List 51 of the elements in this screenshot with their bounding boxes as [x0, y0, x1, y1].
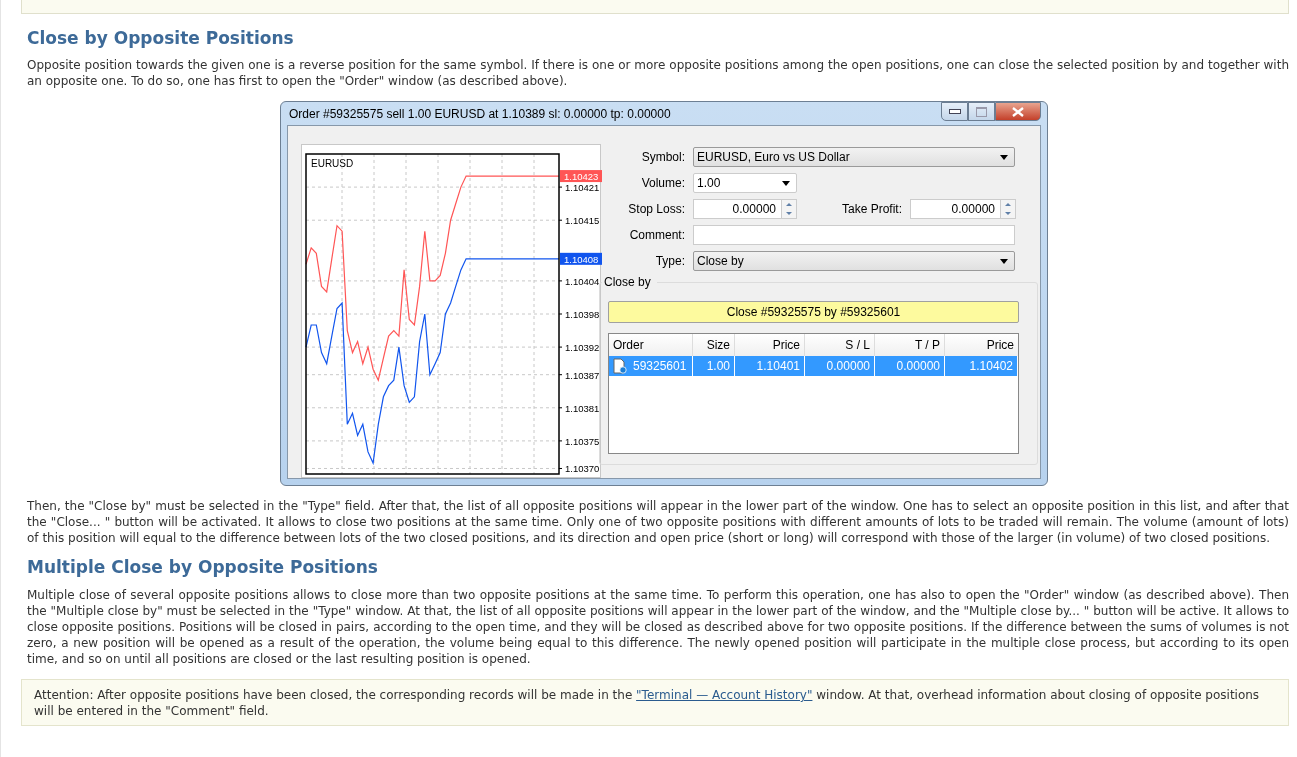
- field-label: Take Profit:: [840, 202, 903, 216]
- paragraph: Multiple close of several opposite positions allows to close more than two opposite positions at the same time. To perform this operation, one has also to open the "Order" window (as described above). Then the "Multiple close by" must be selected in the "Type" window. At that, the list of all opposite positions will appear in the lower part of the window, and the "Multiple close by... " button will be active. It allows to close opposite positions. Positions will be closed in pairs, according to the open time, and they will be closed as described above for two opposite positions. If the difference between the sums of volumes is not zero, a new position will be opened as a result of the operation, the volume being equal to this difference. The newly opened position will participate in the multiple close process, but according to its open time, and so on until all positions are closed or the last resulting position is opened.: [27, 587, 1289, 667]
- comment-field[interactable]: [693, 225, 1015, 245]
- caret-icon: [1000, 258, 1008, 264]
- close-by-button[interactable]: Close #59325575 by #59325601: [608, 301, 1019, 323]
- axis-label: 1.10398: [565, 309, 600, 320]
- chart-symbol: EURUSD: [311, 158, 354, 169]
- section-heading: Close by Opposite Positions: [27, 28, 295, 48]
- table-cell: 1.00: [693, 356, 735, 376]
- axis-label: 1.10381: [565, 402, 600, 414]
- axis-label: 1.10375: [565, 435, 600, 447]
- document-icon: [613, 358, 627, 374]
- close-button[interactable]: [995, 102, 1041, 121]
- table-cell: 1.10401: [735, 356, 805, 376]
- paragraph: Then, the "Close by" must be selected in the "Type" field. After that, the list of all opposite positions will appear in the lower part of the window. One has to select an opposite position in this list, and after that the "Close... " button will be activated. It allows to close two positions at the same time. Only one of two opposite positions with different amounts of lots to be traded will remain. The volume (amount of lots) of this position will equal to the difference between lots of the two closed positions, and its direction and open price (short or long) will correspond with those of the larger (in volume) of two closed positions.: [27, 498, 1289, 546]
- symbol-dropdown[interactable]: EURUSD, Euro vs US Dollar: [693, 147, 1015, 167]
- field-label: Type:: [654, 254, 686, 268]
- section-heading: Multiple Close by Opposite Positions: [27, 557, 379, 577]
- minimize-button[interactable]: [941, 102, 968, 121]
- group-title: Close by: [602, 275, 657, 289]
- axis-label: 1.10415: [565, 215, 600, 227]
- link[interactable]: "Terminal — Account History": [636, 688, 813, 702]
- take-profit-field[interactable]: 0.00000: [910, 199, 1016, 219]
- axis-label: 1.10370: [565, 463, 600, 475]
- spinner-icon: [1000, 200, 1015, 218]
- table-cell: 59325601: [609, 356, 693, 376]
- close-icon: [1012, 106, 1024, 117]
- column-header[interactable]: Price: [945, 334, 1018, 356]
- caret-icon: [782, 180, 790, 186]
- field-label: Volume:: [640, 176, 686, 190]
- field-label: Stop Loss:: [627, 202, 686, 216]
- table-cell: 1.10402: [945, 356, 1018, 376]
- price-tag: 1.10423: [560, 170, 602, 183]
- price-tag: 1.10408: [560, 252, 602, 265]
- field-label: Symbol:: [640, 150, 686, 164]
- caret-icon: [1000, 154, 1008, 160]
- stop-loss-field[interactable]: 0.00000: [693, 199, 797, 219]
- spinner-icon: [781, 200, 796, 218]
- axis-label: 1.10392: [565, 342, 600, 354]
- window-title: Order #59325575 sell 1.00 EURUSD at 1.10389 sl: 0.00000 tp: 0.00000: [288, 106, 671, 121]
- type-dropdown[interactable]: Close by: [693, 251, 1015, 271]
- maximize-button[interactable]: [968, 102, 995, 121]
- axis-label: 1.10404: [565, 275, 600, 287]
- paragraph: Opposite position towards the given one is a reverse position for the same symbol. If there is one or more opposite positions among the open positions, one can close the selected position by and together with an opposite one. To do so, one has first to open the "Order" window (as described above).: [27, 57, 1289, 89]
- axis-label: 1.10387: [565, 369, 600, 381]
- volume-dropdown[interactable]: 1.00: [693, 173, 797, 193]
- table-cell: 0.00000: [805, 356, 875, 376]
- table-cell: 0.00000: [875, 356, 945, 376]
- attention-text: Attention: After opposite positions have been closed, the corresponding records will be made in the "Terminal — Account History" window. At that, overhead information about closing of opposite positions will be entered in the "Comment" field.: [34, 687, 1261, 719]
- field-label: Comment:: [628, 228, 686, 242]
- axis-label: 1.10421: [565, 182, 600, 194]
